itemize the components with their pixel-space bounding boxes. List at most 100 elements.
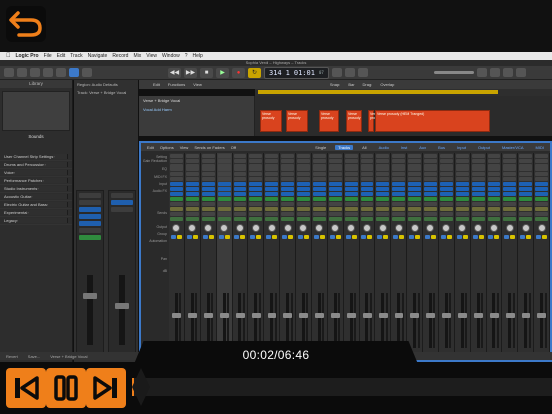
fader-cap[interactable]	[188, 313, 198, 318]
send-slot[interactable]	[503, 202, 517, 206]
fader-cap[interactable]	[378, 313, 388, 318]
pan-knob[interactable]	[458, 224, 467, 232]
input-slot[interactable]	[185, 177, 199, 181]
automation-slot[interactable]	[344, 217, 358, 221]
output-slot[interactable]	[360, 207, 374, 211]
send-slot[interactable]	[297, 197, 310, 201]
menu-mix[interactable]: Mix	[133, 53, 141, 59]
automation-slot[interactable]	[265, 217, 279, 221]
mixer-channel-strip[interactable]: Gtr 1	[296, 153, 312, 358]
pan-knob[interactable]	[251, 224, 260, 232]
metronome-button[interactable]	[357, 68, 368, 77]
eq-thumbnail[interactable]	[487, 164, 501, 171]
fader-cap[interactable]	[204, 313, 213, 318]
audio-fx-slot[interactable]	[170, 192, 183, 196]
audio-fx-slot[interactable]	[344, 192, 358, 196]
input-slot[interactable]	[170, 177, 183, 181]
audio-fx-slot[interactable]	[487, 182, 501, 186]
send-slot[interactable]	[519, 197, 533, 201]
solo-button[interactable]	[367, 235, 373, 239]
volume-fader[interactable]	[174, 293, 178, 348]
volume-fader[interactable]	[444, 293, 448, 348]
send-slot[interactable]	[455, 197, 469, 201]
audio-fx-slot[interactable]	[471, 182, 485, 186]
mixer-edit-menu[interactable]: Edit	[147, 145, 154, 150]
solo-button[interactable]	[272, 235, 278, 239]
audio-fx-slot[interactable]	[487, 192, 501, 196]
mixer-channel-strip[interactable]: Toms	[216, 153, 233, 358]
setting-slot[interactable]	[312, 154, 326, 158]
solo-button[interactable]	[415, 235, 421, 239]
tracks-view-menu[interactable]: View	[193, 82, 202, 87]
tracks-functions-menu[interactable]: Functions	[168, 82, 185, 87]
inspector-toggle-button[interactable]	[17, 68, 27, 77]
output-slot[interactable]	[535, 207, 548, 211]
strip-fader-cap[interactable]	[115, 303, 129, 309]
library-item[interactable]: Experimental ›	[0, 209, 72, 217]
strip-plugin[interactable]	[79, 221, 101, 226]
volume-fader[interactable]	[349, 293, 353, 348]
eq-thumbnail[interactable]	[265, 164, 279, 171]
setting-slot[interactable]	[487, 154, 501, 158]
volume-fader[interactable]	[428, 293, 432, 348]
mute-button[interactable]	[297, 235, 303, 239]
audio-fx-slot[interactable]	[312, 182, 326, 186]
audio-fx-slot[interactable]	[233, 192, 247, 196]
fader-cap[interactable]	[426, 313, 436, 318]
solo-button[interactable]	[351, 235, 357, 239]
mute-button[interactable]	[282, 235, 288, 239]
solo-button[interactable]	[510, 235, 516, 239]
help-button[interactable]	[30, 68, 40, 77]
solo-button[interactable]	[224, 235, 230, 239]
midi-fx-slot[interactable]	[376, 172, 390, 176]
input-slot[interactable]	[424, 177, 437, 181]
mixer-channel-strip[interactable]: Rev	[438, 153, 455, 358]
back-button[interactable]	[6, 6, 46, 42]
cycle-range[interactable]	[258, 90, 498, 94]
filter-output[interactable]: Output	[475, 145, 493, 150]
library-item[interactable]: Performance Patches ›	[0, 177, 72, 185]
mute-button[interactable]	[472, 235, 478, 239]
fader-cap[interactable]	[299, 313, 309, 318]
mute-button[interactable]	[488, 235, 494, 239]
menu-file[interactable]: File	[44, 53, 52, 59]
group-slot[interactable]	[360, 212, 374, 216]
library-item[interactable]: Voice ›	[0, 169, 72, 177]
eq-thumbnail[interactable]	[249, 164, 263, 171]
send-slot[interactable]	[328, 202, 342, 206]
mute-button[interactable]	[202, 235, 208, 239]
pan-knob[interactable]	[394, 224, 403, 232]
automation-slot[interactable]	[439, 217, 453, 221]
output-slot[interactable]	[281, 207, 294, 211]
drag-select[interactable]: Overlap	[380, 82, 394, 87]
menu-navigate[interactable]: Navigate	[88, 53, 108, 59]
strip-slot[interactable]	[79, 200, 101, 205]
audio-fx-slot[interactable]	[424, 187, 437, 191]
send-slot[interactable]	[376, 202, 390, 206]
strip-slot[interactable]	[111, 207, 133, 212]
mixer-view-menu[interactable]: View	[180, 145, 189, 150]
audio-region[interactable]: Verse prosody	[260, 110, 282, 132]
send-slot[interactable]	[297, 202, 310, 206]
group-slot[interactable]	[392, 212, 406, 216]
mixer-channel-strip[interactable]: Pluck	[518, 153, 535, 358]
stop-button[interactable]: ■	[200, 67, 213, 78]
send-slot[interactable]	[519, 202, 533, 206]
setting-slot[interactable]	[344, 154, 358, 158]
mixer-channel-strip[interactable]: Gtr 2	[311, 153, 328, 358]
audio-region[interactable]: Verse prosody (HEM Tranged)	[375, 110, 490, 132]
audio-fx-slot[interactable]	[249, 182, 263, 186]
solo-button[interactable]	[526, 235, 532, 239]
mute-button[interactable]	[234, 235, 240, 239]
input-slot[interactable]	[455, 177, 469, 181]
mute-button[interactable]	[345, 235, 351, 239]
sends-on-faders-value[interactable]: Off	[231, 145, 236, 150]
eq-thumbnail[interactable]	[217, 164, 231, 171]
setting-slot[interactable]	[170, 154, 183, 158]
midi-fx-slot[interactable]	[408, 172, 421, 176]
pan-knob[interactable]	[220, 224, 229, 232]
filter-master-vca[interactable]: Master/VCA	[499, 145, 527, 150]
mute-button[interactable]	[440, 235, 446, 239]
eq-thumbnail[interactable]	[535, 164, 548, 171]
tracks-edit-menu[interactable]: Edit	[153, 82, 160, 87]
